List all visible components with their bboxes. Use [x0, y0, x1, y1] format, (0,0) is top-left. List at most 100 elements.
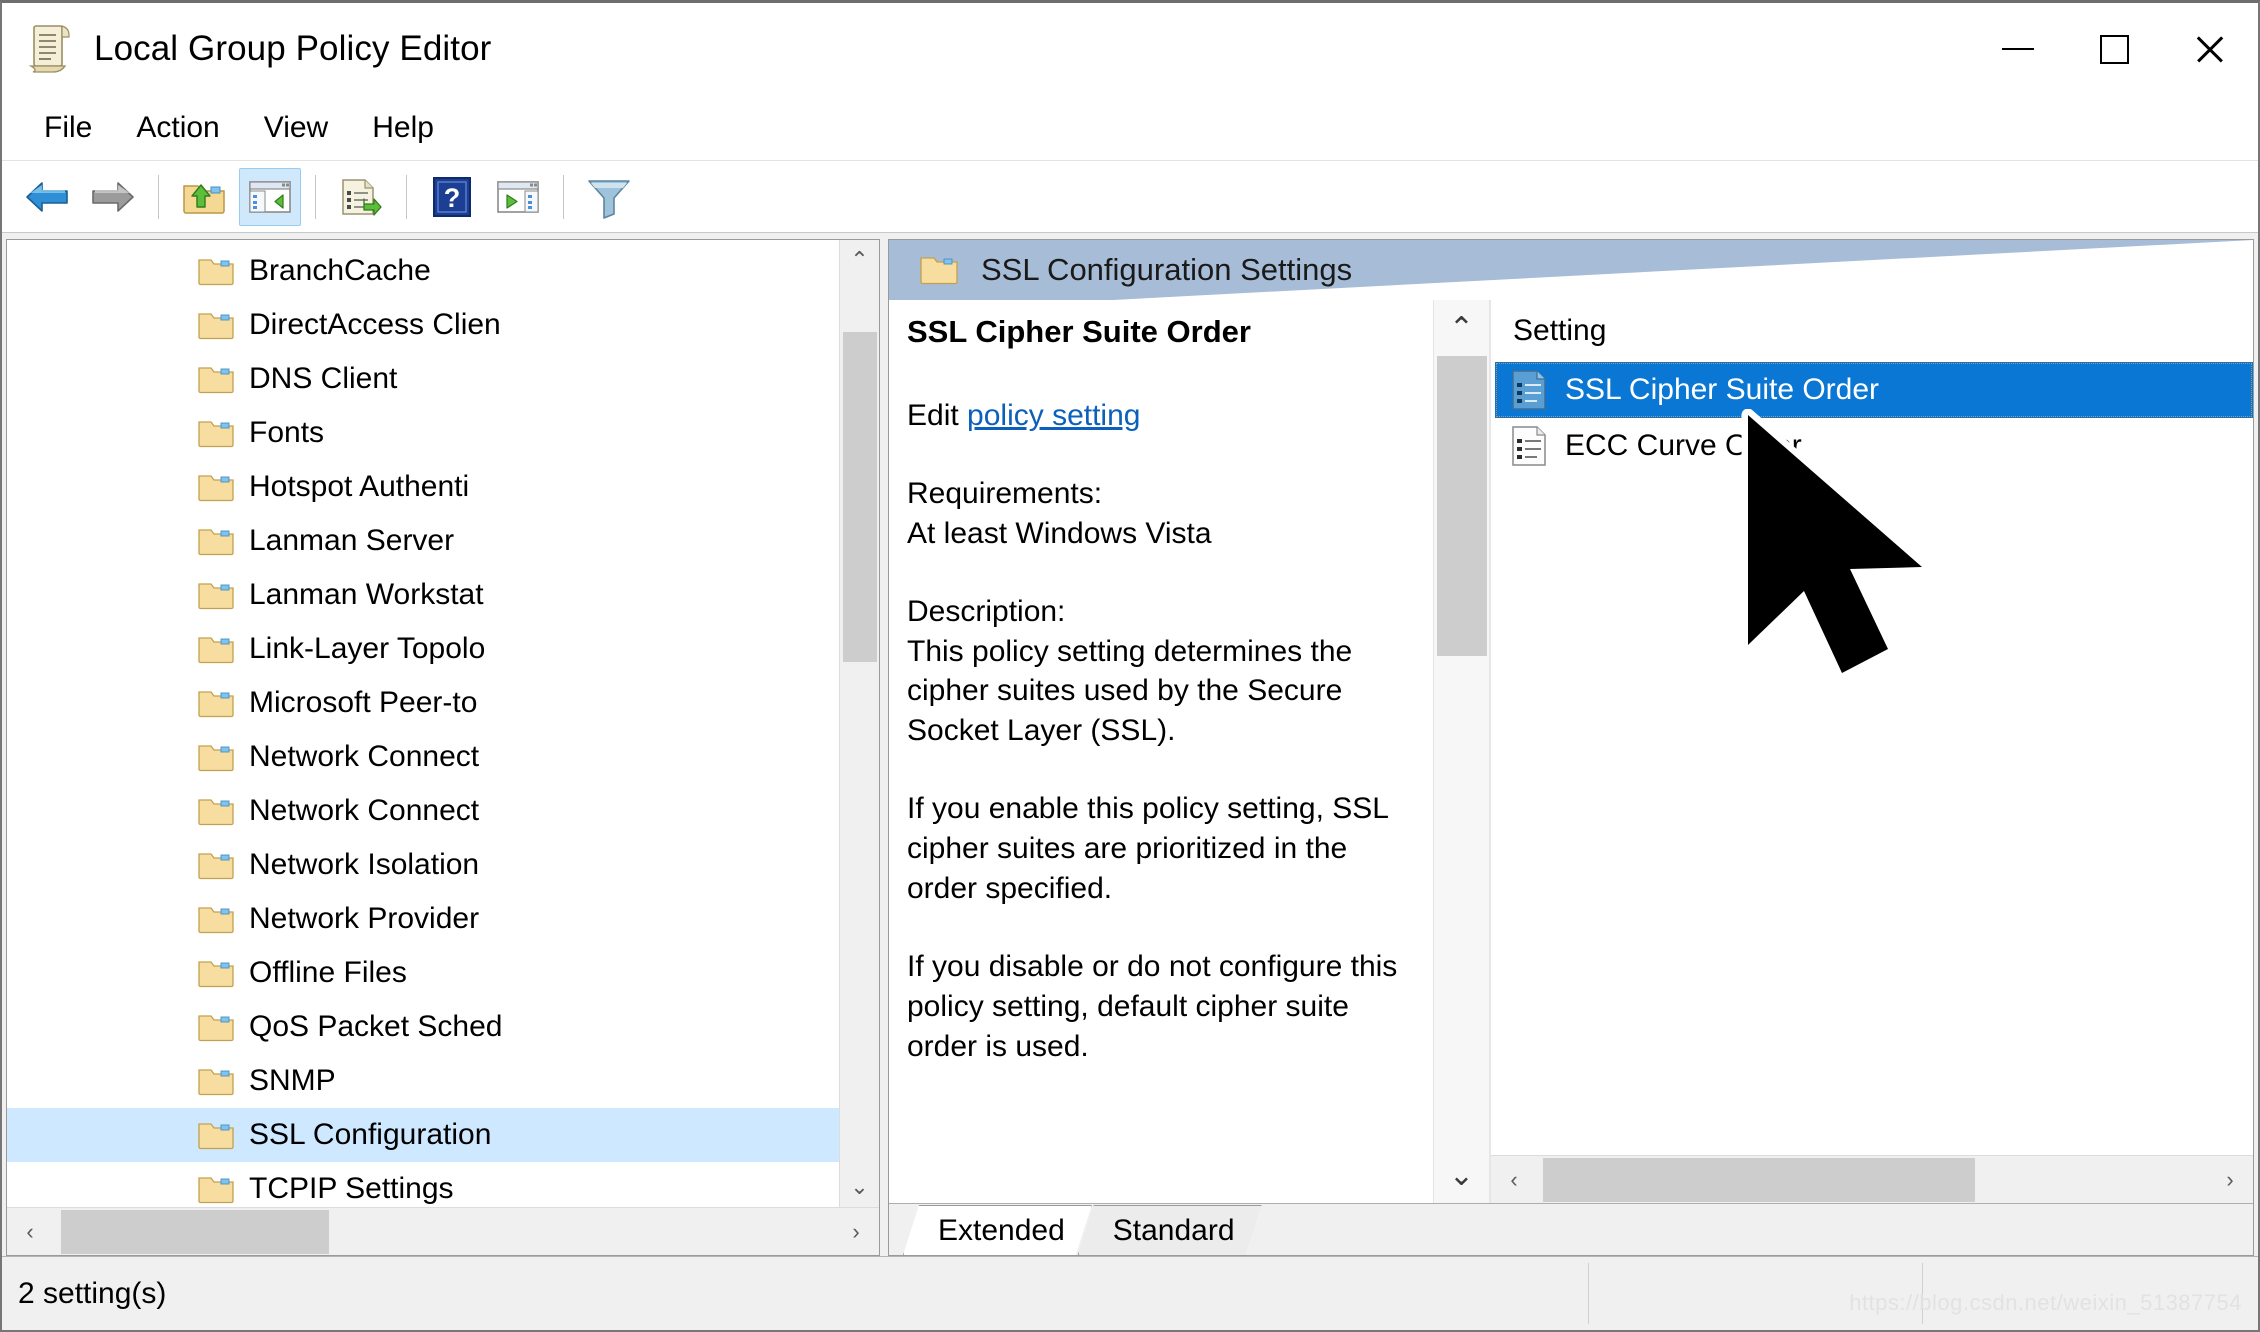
- requirements-label: Requirements:: [907, 476, 1103, 510]
- minimize-button[interactable]: [1970, 3, 2066, 95]
- list-item-ecc-curve-order[interactable]: ECC Curve Order: [1495, 418, 2253, 474]
- scroll-track[interactable]: [840, 280, 880, 1167]
- menu-bar: File Action View Help: [2, 95, 2258, 161]
- folder-icon: [197, 363, 235, 395]
- tree-item-network-isolation[interactable]: Network Isolation: [7, 838, 839, 892]
- tree-item-label: Network Provider: [249, 902, 480, 935]
- folder-icon: [919, 253, 959, 287]
- close-button[interactable]: [2162, 3, 2258, 95]
- description-block: Description: This policy setting determi…: [907, 592, 1415, 752]
- folder-icon: [197, 633, 235, 665]
- tree-item-lanman-workstation[interactable]: Lanman Workstat: [7, 568, 839, 622]
- edit-policy-setting-link[interactable]: policy setting: [967, 399, 1140, 432]
- scroll-right-button[interactable]: ›: [2207, 1167, 2253, 1193]
- maximize-button[interactable]: [2066, 3, 2162, 95]
- description-paragraph-1: This policy setting determines the ciphe…: [907, 634, 1353, 748]
- scroll-thumb[interactable]: [842, 332, 877, 662]
- funnel-filter-icon: [588, 179, 630, 219]
- toolbar-separator: [563, 174, 564, 219]
- list-item-ssl-cipher-suite-order[interactable]: SSL Cipher Suite Order: [1495, 362, 2253, 418]
- folder-icon: [197, 687, 235, 719]
- forward-button[interactable]: [82, 168, 144, 226]
- tree-item-fonts[interactable]: Fonts: [7, 406, 839, 460]
- tree-item-dns-client[interactable]: DNS Client: [7, 352, 839, 406]
- description-label: Description:: [907, 594, 1066, 628]
- settings-column-header[interactable]: Setting: [1491, 300, 2253, 362]
- scroll-right-button[interactable]: ›: [833, 1219, 879, 1245]
- policy-setting-icon: [1511, 369, 1547, 411]
- scroll-track[interactable]: [53, 1208, 833, 1256]
- tree-item-network-provider[interactable]: Network Provider: [7, 892, 839, 946]
- scroll-thumb[interactable]: [1436, 356, 1487, 656]
- edit-prefix: Edit: [907, 399, 968, 432]
- pane-header: SSL Configuration Settings: [889, 240, 2253, 300]
- scroll-down-button[interactable]: ⌄: [840, 1167, 880, 1207]
- tree-item-tcpip-settings[interactable]: › TCPIP Settings: [7, 1162, 839, 1207]
- scroll-thumb[interactable]: [61, 1209, 329, 1254]
- minimize-icon: [2002, 48, 2034, 50]
- toolbar-separator: [158, 174, 159, 219]
- tree-item-label: Hotspot Authenti: [249, 470, 470, 503]
- tree-item-network-connections[interactable]: › Network Connect: [7, 730, 839, 784]
- export-list-button[interactable]: [330, 168, 392, 226]
- tree-item-microsoft-peer-to-peer[interactable]: › Microsoft Peer-to: [7, 676, 839, 730]
- back-button[interactable]: [16, 168, 78, 226]
- toolbar-separator: [315, 174, 316, 219]
- scroll-up-button[interactable]: ⌃: [840, 240, 880, 280]
- settings-list[interactable]: SSL Cipher Suite Order ECC Curve Order: [1491, 362, 2253, 1155]
- scroll-track[interactable]: [1434, 356, 1490, 1147]
- tree-item-network-connectivity[interactable]: Network Connect: [7, 784, 839, 838]
- menu-file[interactable]: File: [22, 107, 114, 149]
- tree-item-label: Network Connect: [249, 794, 480, 827]
- settings-horizontal-scrollbar[interactable]: ‹ ›: [1491, 1155, 2253, 1203]
- tree-item-qos-packet-scheduler[interactable]: › QoS Packet Sched: [7, 1000, 839, 1054]
- tree-item-label: Offline Files: [249, 956, 407, 989]
- tree-item-label: Link-Layer Topolo: [249, 632, 486, 665]
- console-tree-pane: BranchCache DirectAccess Clien DNS Clien…: [6, 239, 880, 1256]
- help-question-icon: ?: [433, 176, 471, 217]
- scroll-up-button[interactable]: ⌃: [1434, 300, 1490, 356]
- action-pane-icon: [497, 180, 539, 213]
- tree-item-label: Lanman Workstat: [249, 578, 484, 611]
- tree-item-hotspot-authentication[interactable]: Hotspot Authenti: [7, 460, 839, 514]
- filter-button[interactable]: [578, 168, 640, 226]
- back-arrow-icon: [26, 181, 68, 212]
- tree-vertical-scrollbar[interactable]: ⌃ ⌄: [839, 240, 879, 1207]
- tree-item-branchcache[interactable]: BranchCache: [7, 244, 839, 298]
- policy-scroll-icon: [28, 24, 72, 74]
- tab-standard[interactable]: Standard: [1078, 1205, 1262, 1255]
- extended-description: SSL Cipher Suite Order Edit policy setti…: [889, 300, 1433, 1203]
- tree-item-label: DirectAccess Clien: [249, 308, 501, 341]
- folder-icon: [197, 1173, 235, 1205]
- tree-item-link-layer-topology[interactable]: Link-Layer Topolo: [7, 622, 839, 676]
- up-one-level-button[interactable]: [173, 168, 235, 226]
- toolbar-separator: [406, 174, 407, 219]
- menu-help[interactable]: Help: [350, 107, 456, 149]
- tree-list[interactable]: BranchCache DirectAccess Clien DNS Clien…: [7, 240, 839, 1207]
- tree-item-snmp[interactable]: SNMP: [7, 1054, 839, 1108]
- tree-item-directaccess-client[interactable]: DirectAccess Clien: [7, 298, 839, 352]
- extended-vertical-scrollbar[interactable]: ⌃ ⌄: [1433, 300, 1489, 1203]
- tree-item-ssl-configuration[interactable]: SSL Configuration: [7, 1108, 839, 1162]
- menu-action[interactable]: Action: [114, 107, 241, 149]
- scroll-thumb[interactable]: [1543, 1157, 1975, 1202]
- tree-item-label: QoS Packet Sched: [249, 1010, 503, 1043]
- scroll-track[interactable]: [1537, 1156, 2207, 1204]
- help-button[interactable]: ?: [421, 168, 483, 226]
- menu-view[interactable]: View: [242, 107, 350, 149]
- folder-icon: [197, 255, 235, 287]
- folder-icon: [197, 1065, 235, 1097]
- requirements-value: At least Windows Vista: [907, 516, 1212, 550]
- scroll-down-button[interactable]: ⌄: [1434, 1147, 1490, 1203]
- content-area: BranchCache DirectAccess Clien DNS Clien…: [2, 233, 2258, 1256]
- scroll-left-button[interactable]: ‹: [1491, 1167, 1537, 1193]
- tree-item-offline-files[interactable]: Offline Files: [7, 946, 839, 1000]
- tab-extended[interactable]: Extended: [903, 1205, 1092, 1255]
- folder-icon: [197, 957, 235, 989]
- window-controls: [1970, 3, 2258, 95]
- show-hide-console-tree-button[interactable]: [239, 167, 301, 226]
- show-hide-action-pane-button[interactable]: [487, 168, 549, 226]
- tree-horizontal-scrollbar[interactable]: ‹ ›: [7, 1207, 879, 1255]
- scroll-left-button[interactable]: ‹: [7, 1219, 53, 1245]
- tree-item-lanman-server[interactable]: Lanman Server: [7, 514, 839, 568]
